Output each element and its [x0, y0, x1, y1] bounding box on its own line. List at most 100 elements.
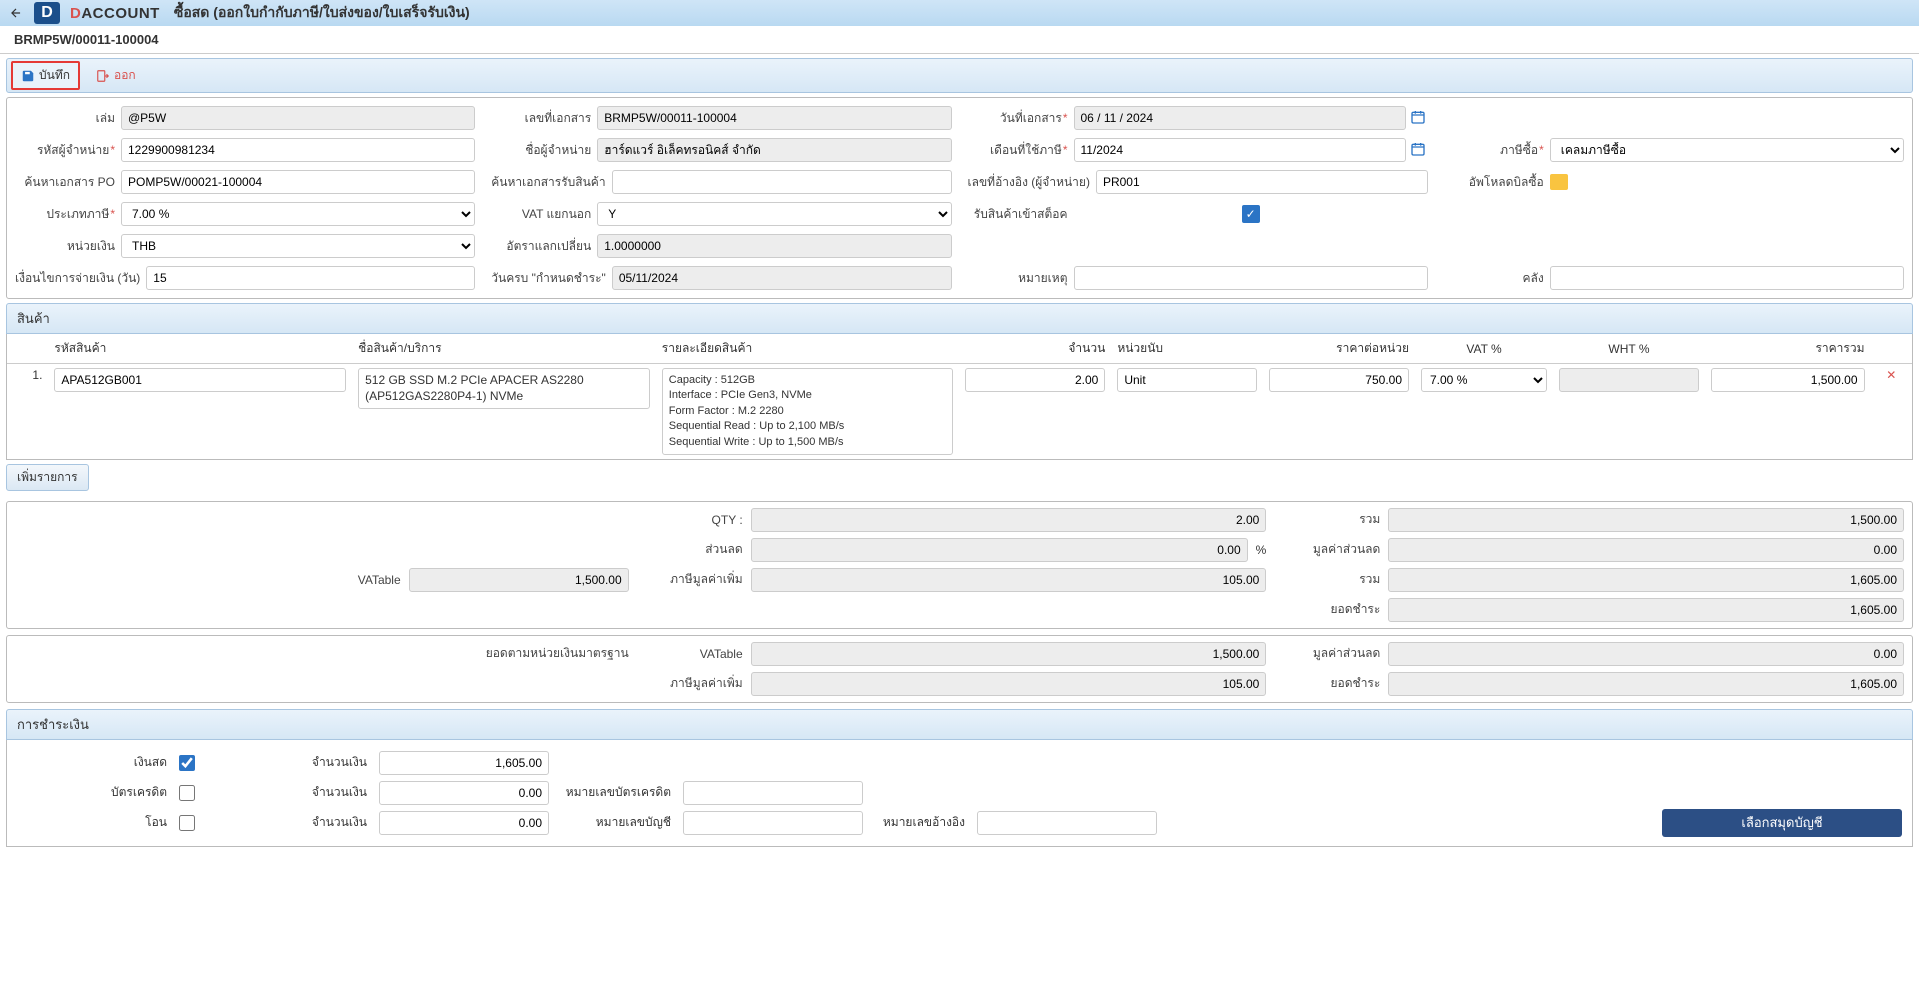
note-label: หมายเหตุ: [968, 269, 1068, 288]
cash-amount-input[interactable]: [379, 751, 549, 775]
save-label: บันทึก: [39, 66, 70, 85]
buytax-select[interactable]: เคลมภาษีซื้อ: [1550, 138, 1904, 162]
transfer-note-label: หมายเลขบัญชี: [561, 813, 671, 832]
warehouse-label: คลัง: [1444, 269, 1544, 288]
credit-label: เงื่อนไขการจ่ายเงิน (วัน): [15, 271, 140, 285]
stockin-label: รับสินค้าเข้าสต็อค: [968, 205, 1068, 224]
base-label: ยอดตามหน่วยเงินมาตรฐาน: [15, 644, 629, 663]
rate-input: [597, 234, 951, 258]
ref-input[interactable]: [1096, 170, 1428, 194]
base-vatable-label: VATable: [653, 647, 743, 661]
row-price-input[interactable]: [1269, 368, 1409, 392]
book-label: เล่ม: [15, 109, 115, 128]
save-button[interactable]: บันทึก: [11, 61, 80, 90]
book-input: [121, 106, 475, 130]
totals-panel: QTY : รวม ส่วนลด% มูลค่าส่วนลด VATable ภ…: [6, 501, 1913, 629]
stockin-checkbox[interactable]: ✓: [1242, 205, 1260, 223]
po-label: ค้นหาเอกสาร PO: [15, 173, 115, 192]
row-unit-input[interactable]: [1117, 368, 1257, 392]
vendorcode-label: รหัสผู้จำหน่าย: [15, 141, 115, 160]
th-price: ราคาต่อหน่วย: [1263, 334, 1415, 364]
taxmonth-input[interactable]: [1074, 138, 1406, 162]
transfer-amount-input[interactable]: [379, 811, 549, 835]
calendar-icon[interactable]: [1410, 109, 1428, 127]
add-row-button[interactable]: เพิ่มรายการ: [6, 464, 89, 491]
transfer-note-input[interactable]: [683, 811, 863, 835]
card-checkbox[interactable]: [179, 785, 195, 801]
currency-select[interactable]: THB: [121, 234, 475, 258]
pay-label: ยอดชำระ: [1290, 600, 1380, 619]
row-code-input[interactable]: [54, 368, 346, 392]
vendorname-input: [597, 138, 951, 162]
th-total: ราคารวม: [1705, 334, 1871, 364]
row-qty-input[interactable]: [965, 368, 1105, 392]
app-logo-icon: D: [34, 2, 60, 24]
row-vat-select[interactable]: 7.00 %: [1421, 368, 1547, 392]
th-qty: จำนวน: [959, 334, 1111, 364]
cash-checkbox[interactable]: [179, 755, 195, 771]
transfer-ref-input[interactable]: [977, 811, 1157, 835]
base-discount-value: [1388, 642, 1904, 666]
save-icon: [21, 69, 35, 83]
buytax-label: ภาษีซื้อ: [1444, 141, 1544, 160]
vattype-label: ประเภทภาษี: [15, 205, 115, 224]
upload-label: อัพโหลดบิลซื้อ: [1444, 173, 1544, 192]
credit-input[interactable]: [146, 266, 475, 290]
row-no: 1.: [7, 364, 48, 459]
sum-value: [1388, 508, 1904, 532]
select-account-button[interactable]: เลือกสมุดบัญชี: [1662, 809, 1902, 837]
transfer-checkbox[interactable]: [179, 815, 195, 831]
discount-amt-value: [1388, 538, 1904, 562]
cash-amount-label: จำนวนเงิน: [207, 753, 367, 772]
vendorname-label: ชื่อผู้จำหน่าย: [491, 141, 591, 160]
base-discount-label: มูลค่าส่วนลด: [1290, 644, 1380, 663]
due-input: [612, 266, 952, 290]
base-totals-panel: ยอดตามหน่วยเงินมาตรฐาน VATable มูลค่าส่ว…: [6, 635, 1913, 703]
qty-value: [751, 508, 1267, 532]
warehouse-input[interactable]: [1550, 266, 1904, 290]
vendorcode-input[interactable]: [121, 138, 475, 162]
payment-body: เงินสด จำนวนเงิน บัตรเครดิต จำนวนเงิน หม…: [6, 740, 1913, 847]
toolbar: บันทึก ออก: [6, 58, 1913, 93]
cash-label: เงินสด: [17, 753, 167, 772]
recv-input[interactable]: [612, 170, 952, 194]
card-note-input[interactable]: [683, 781, 863, 805]
payment-header: การชำระเงิน: [6, 709, 1913, 740]
row-name-input[interactable]: 512 GB SSD M.2 PCIe APACER AS2280 (AP512…: [358, 368, 650, 409]
docno-input: [597, 106, 951, 130]
row-total-input[interactable]: [1711, 368, 1865, 392]
card-note-label: หมายเลขบัตรเครดิต: [561, 783, 671, 802]
back-icon[interactable]: [8, 5, 24, 21]
th-unit: หน่วยนับ: [1111, 334, 1263, 364]
row-detail-input[interactable]: Capacity : 512GB Interface : PCIe Gen3, …: [662, 368, 954, 455]
docdate-label: วันที่เอกสาร: [968, 109, 1068, 128]
base-pay-label: ยอดชำระ: [1290, 674, 1380, 693]
pay-value: [1388, 598, 1904, 622]
exit-button[interactable]: ออก: [88, 63, 144, 88]
docno-label: เลขที่เอกสาร: [491, 109, 591, 128]
folder-icon[interactable]: [1550, 174, 1568, 190]
grand-label: รวม: [1290, 570, 1380, 589]
note-input[interactable]: [1074, 266, 1428, 290]
docdate-input[interactable]: [1074, 106, 1406, 130]
due-label: วันครบ "กำหนดชำระ": [491, 269, 606, 288]
calendar-icon[interactable]: [1410, 141, 1428, 159]
vatable-inline-label: VATable: [15, 573, 401, 587]
th-name: ชื่อสินค้า/บริการ: [352, 334, 656, 364]
card-label: บัตรเครดิต: [17, 783, 167, 802]
discount-pct: %: [1256, 543, 1267, 557]
qty-label: QTY :: [653, 513, 743, 527]
items-table: รหัสสินค้า ชื่อสินค้า/บริการ รายละเอียดส…: [6, 334, 1913, 460]
delete-row-icon[interactable]: ✕: [1871, 364, 1912, 459]
page-title: ซื้อสด (ออกใบกำกับภาษี/ใบส่งของ/ใบเสร็จร…: [174, 2, 470, 24]
transfer-ref-label: หมายเลขอ้างอิง: [875, 813, 965, 832]
vatexcl-label: VAT แยกนอก: [491, 205, 591, 224]
items-header: สินค้า: [6, 303, 1913, 334]
row-wht-input: [1559, 368, 1699, 392]
exit-label: ออก: [114, 66, 136, 85]
vattype-select[interactable]: 7.00 %: [121, 202, 475, 226]
table-row: 1. 512 GB SSD M.2 PCIe APACER AS2280 (AP…: [7, 364, 1912, 459]
card-amount-input[interactable]: [379, 781, 549, 805]
po-input[interactable]: [121, 170, 475, 194]
vatexcl-select[interactable]: Y: [597, 202, 951, 226]
